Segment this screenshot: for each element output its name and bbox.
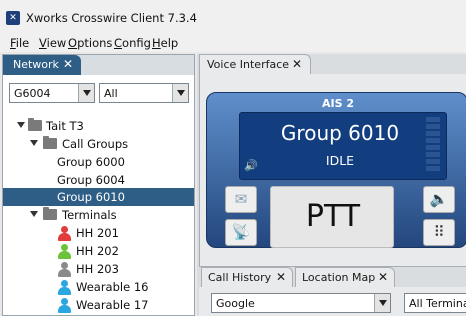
person-icon (58, 226, 71, 241)
keypad-button[interactable]: ⠿ (423, 219, 455, 246)
person-icon (58, 298, 71, 313)
folder-icon (28, 118, 42, 131)
tree-node-terminal[interactable]: HH 202 (3, 242, 194, 260)
display-status: IDLE (325, 153, 355, 168)
tree-node-label: HH 202 (76, 244, 119, 258)
tree-node-group[interactable]: Group 6000 (3, 153, 194, 171)
tree-node-terminal[interactable]: HH 203 (3, 260, 194, 278)
tree-node-label: HH 201 (76, 226, 119, 240)
terminal-filter-value: All Terminal (409, 297, 466, 310)
bottom-panel: Call History ✕ Location Map ✕ Google All… (199, 266, 466, 316)
menu-bar: File View Options Config Help (0, 34, 466, 52)
satellite-button[interactable]: 📡 (225, 219, 257, 246)
title-bar: ✕ Xworks Crosswire Client 7.3.4 (0, 0, 466, 34)
tree-node-group[interactable]: Group 6004 (3, 171, 194, 189)
tree-node-group-selected[interactable]: Group 6010 (3, 188, 194, 206)
window-title: Xworks Crosswire Client 7.3.4 (26, 11, 197, 25)
radio-console: AIS 2 Group 6010 IDLE 🔊 ✉ 📡 PTT 🔈 ⠿ (206, 92, 466, 248)
tab-call-history[interactable]: Call History ✕ (201, 267, 293, 287)
close-icon[interactable]: ✕ (63, 57, 73, 71)
tree-node-terminal[interactable]: Wearable 17 (3, 296, 194, 314)
volume-button[interactable]: 🔈 (423, 186, 455, 213)
map-source-value: Google (216, 297, 255, 310)
tree-node-call-groups[interactable]: Call Groups (3, 135, 194, 153)
person-icon (58, 244, 71, 259)
close-icon[interactable]: ✕ (276, 270, 286, 284)
tree-node-label: Terminals (62, 208, 117, 222)
tree-node-terminal[interactable]: Wearable 16 (3, 278, 194, 296)
signal-bars-icon (426, 117, 442, 175)
tree-node-label: HH 203 (76, 262, 119, 276)
folder-icon (43, 136, 57, 149)
chevron-down-icon[interactable] (78, 84, 94, 102)
tab-voice-interface-label: Voice Interface (207, 58, 290, 71)
tree-node-terminal[interactable]: HH 201 (3, 224, 194, 242)
tree-node-label: Wearable 16 (76, 280, 149, 294)
tab-voice-interface[interactable]: Voice Interface ✕ (199, 54, 311, 74)
network-tree: Tait T3 Call Groups Group 6000 Group 600… (3, 113, 194, 315)
tree-node-label: Group 6000 (57, 155, 125, 169)
speaker-volume-icon: 🔈 (429, 190, 449, 208)
menu-help[interactable]: Help (152, 36, 178, 50)
tab-network[interactable]: Network ✕ (3, 55, 81, 75)
chevron-down-icon[interactable] (172, 84, 188, 102)
close-icon[interactable]: ✕ (378, 270, 388, 284)
menu-options[interactable]: Options (68, 36, 112, 50)
bottom-tab-strip: Call History ✕ Location Map ✕ (199, 267, 466, 287)
expand-icon[interactable] (16, 120, 26, 130)
tab-location-map-label: Location Map (302, 271, 376, 284)
menu-config[interactable]: Config (114, 36, 151, 50)
folder-icon (43, 207, 57, 220)
filter-select[interactable]: All (99, 83, 189, 103)
tree-node-label: Group 6004 (57, 173, 125, 187)
chevron-down-icon[interactable] (374, 294, 390, 312)
menu-file[interactable]: File (10, 36, 29, 50)
app-logo-icon: ✕ (6, 11, 20, 25)
filter-select-value: All (104, 87, 118, 100)
tree-node-terminals[interactable]: Terminals (3, 206, 194, 224)
expand-icon[interactable] (29, 209, 39, 219)
group-select[interactable]: G6004 (9, 83, 95, 103)
speaker-icon: 🔊 (244, 159, 258, 172)
right-area: Voice Interface ✕ AIS 2 Group 6010 IDLE … (197, 54, 466, 316)
person-icon (58, 262, 71, 277)
terminal-filter-select[interactable]: All Terminal (404, 293, 466, 313)
network-panel: Network ✕ G6004 All Tait T3 Call Groups … (2, 54, 195, 316)
person-icon (58, 280, 71, 295)
satellite-dish-icon: 📡 (231, 223, 251, 241)
tree-node-label: Call Groups (62, 137, 129, 151)
tree-node-label: Wearable 17 (76, 298, 149, 312)
keypad-icon: ⠿ (433, 223, 445, 241)
group-select-value: G6004 (14, 87, 51, 100)
menu-view[interactable]: View (39, 36, 66, 50)
close-icon[interactable]: ✕ (292, 57, 302, 71)
network-tab-strip: Network ✕ (3, 55, 194, 75)
tab-network-label: Network (13, 58, 59, 71)
voice-tab-strip: Voice Interface ✕ (197, 54, 466, 74)
voice-interface-panel: AIS 2 Group 6010 IDLE 🔊 ✉ 📡 PTT 🔈 ⠿ (199, 74, 466, 266)
expand-icon[interactable] (29, 138, 39, 148)
tree-node-label: Tait T3 (46, 119, 84, 133)
message-button[interactable]: ✉ (225, 186, 257, 213)
tree-node-root[interactable]: Tait T3 (3, 117, 194, 135)
ptt-label: PTT (305, 199, 361, 234)
console-display: Group 6010 IDLE 🔊 (239, 112, 447, 180)
tab-location-map[interactable]: Location Map ✕ (295, 267, 395, 287)
ptt-button[interactable]: PTT (270, 186, 394, 248)
envelope-icon: ✉ (234, 190, 248, 208)
tree-node-label: Group 6010 (57, 190, 125, 204)
tab-call-history-label: Call History (208, 271, 272, 284)
console-name: AIS 2 (321, 97, 354, 110)
display-group: Group 6010 (280, 121, 400, 145)
map-source-select[interactable]: Google (211, 293, 391, 313)
